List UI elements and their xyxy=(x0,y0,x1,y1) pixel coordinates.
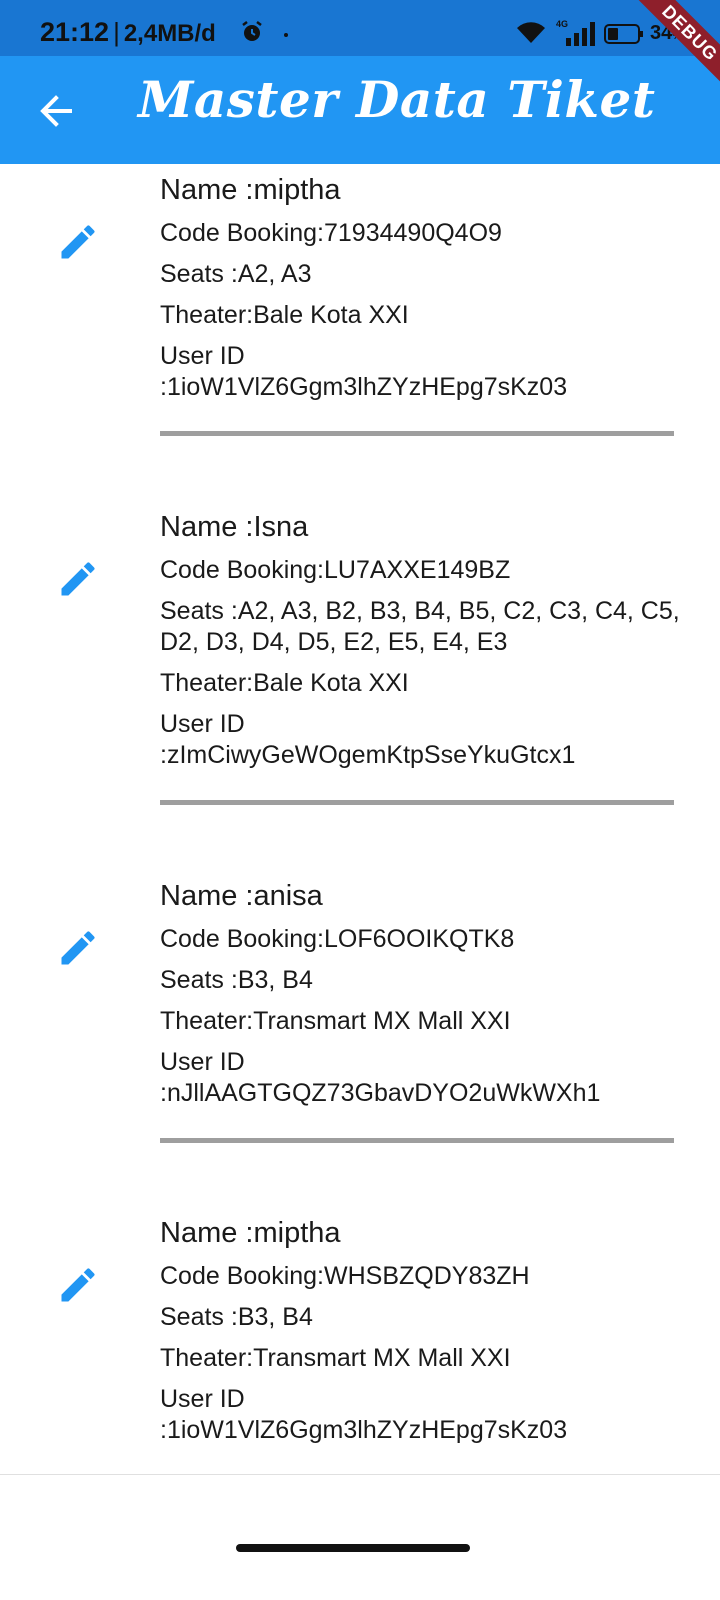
ticket-details: Name :miptha Code Booking:71934490Q4O9 S… xyxy=(160,172,680,413)
ticket-details: Name :miptha Code Booking:WHSBZQDY83ZH S… xyxy=(160,1215,680,1456)
ticket-details: Name :anisa Code Booking:LOF6OOIKQTK8 Se… xyxy=(160,878,680,1119)
app-bar: Master Data Tiket xyxy=(0,56,720,164)
signal-icon xyxy=(566,22,595,46)
bottom-divider xyxy=(0,1474,720,1475)
status-left: 21:12 | 2,4MB/d xyxy=(40,17,216,48)
ticket-divider xyxy=(160,431,674,436)
ticket-user-id: User ID :1ioW1VlZ6Ggm3lhZYzHEpg7sKz03 xyxy=(160,342,568,401)
ticket-seats: Seats :B3, B4 xyxy=(160,966,313,994)
ticket-details: Name :Isna Code Booking:LU7AXXE149BZ Sea… xyxy=(160,509,680,781)
ticket-seats: Seats :A2, A3, B2, B3, B4, B5, C2, C3, C… xyxy=(160,597,680,656)
edit-icon[interactable] xyxy=(56,557,100,601)
status-time: 21:12 xyxy=(40,17,110,47)
ticket-theater: Theater:Transmart MX Mall XXI xyxy=(160,1007,511,1035)
ticket-seats: Seats :B3, B4 xyxy=(160,1303,313,1331)
ticket-theater: Theater:Bale Kota XXI xyxy=(160,669,409,697)
alarm-icon xyxy=(242,21,262,41)
ticket-name: Name :anisa xyxy=(160,880,323,912)
ticket-theater: Theater:Transmart MX Mall XXI xyxy=(160,1344,511,1372)
network-speed: 2,4MB/d xyxy=(123,20,216,47)
ticket-name: Name :miptha xyxy=(160,174,341,206)
edit-icon[interactable] xyxy=(56,220,100,264)
ticket-code-booking: Code Booking:LOF6OOIKQTK8 xyxy=(160,925,515,953)
ticket-theater: Theater:Bale Kota XXI xyxy=(160,301,409,329)
ticket-user-id: User ID :1ioW1VlZ6Ggm3lhZYzHEpg7sKz03 xyxy=(160,1385,568,1444)
page-title: Master Data Tiket xyxy=(138,70,656,129)
edit-icon[interactable] xyxy=(56,1263,100,1307)
ticket-user-id: User ID :nJllAAGTGQZ73GbavDYO2uWkWXh1 xyxy=(160,1048,601,1107)
ticket-code-booking: Code Booking:71934490Q4O9 xyxy=(160,219,502,247)
home-indicator[interactable] xyxy=(236,1544,470,1552)
status-separator: | xyxy=(113,17,120,47)
wifi-icon xyxy=(517,22,545,43)
ticket-divider xyxy=(160,800,674,805)
notification-dot xyxy=(284,33,288,37)
edit-icon[interactable] xyxy=(56,926,100,970)
ticket-code-booking: Code Booking:WHSBZQDY83ZH xyxy=(160,1262,530,1290)
ticket-divider xyxy=(160,1138,674,1143)
ticket-code-booking: Code Booking:LU7AXXE149BZ xyxy=(160,556,511,584)
status-bar: 21:12|2,4MB/d 4G 34% xyxy=(0,0,720,56)
ticket-user-id: User ID :zImCiwyGeWOgemKtpSseYkuGtcx1 xyxy=(160,710,576,769)
battery-icon xyxy=(604,24,643,44)
ticket-name: Name :Isna xyxy=(160,511,309,543)
arrow-back-icon[interactable] xyxy=(36,91,76,131)
ticket-seats: Seats :A2, A3 xyxy=(160,260,312,288)
ticket-name: Name :miptha xyxy=(160,1217,341,1249)
